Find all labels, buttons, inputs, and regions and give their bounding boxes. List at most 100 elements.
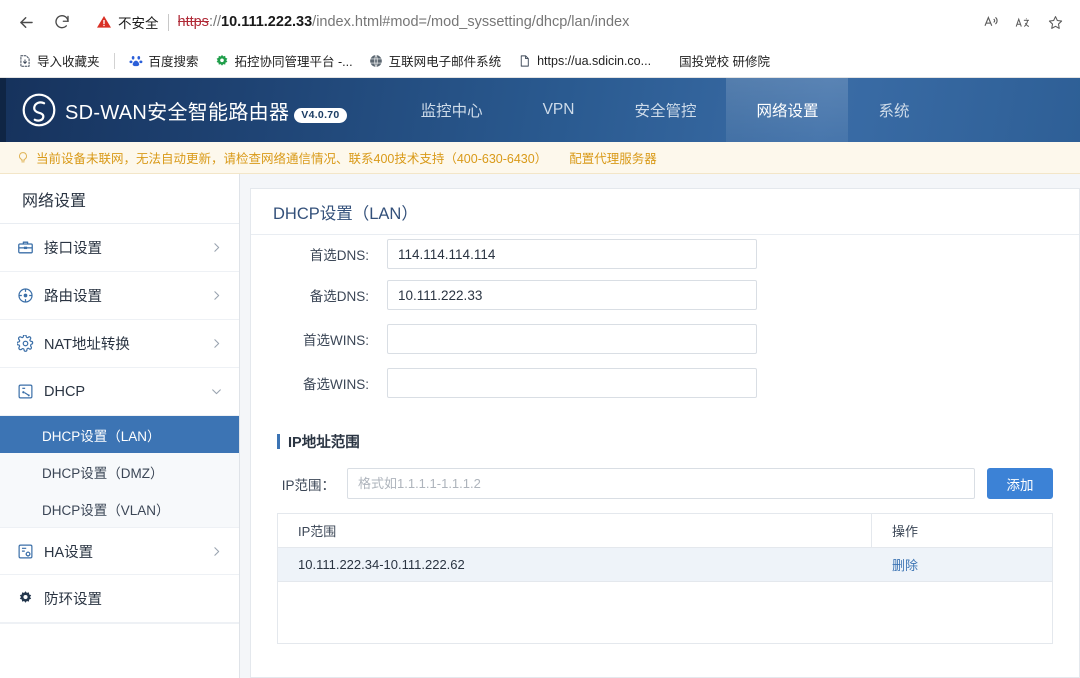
sidebar: 网络设置 接口设置 路由设置 NAT地址转换 DHCP DHCP设置（LAN） … (0, 174, 240, 678)
bookmark-baidu[interactable]: 百度搜索 (122, 48, 206, 73)
interface-icon (16, 238, 35, 257)
primary-wins-input[interactable] (387, 324, 757, 354)
brand-title: SD-WAN安全智能路由器 V4.0.70 (65, 96, 347, 125)
bookmark-guotou[interactable]: 国投党校 研修院 (672, 48, 777, 73)
security-status-label: 不安全 (118, 16, 159, 31)
url-separator: :// (208, 14, 222, 30)
ip-range-add-row: IP范围： 添加 (277, 468, 1053, 499)
browser-toolbar: 不安全 https://10.111.222.33/index.html#mod… (0, 0, 1080, 44)
form-row-secondary-dns: 备选DNS: (277, 273, 1053, 317)
url-text: https://10.111.222.33/index.html#mod=/mo… (178, 14, 630, 30)
bookmark-label: 拓控协同管理平台 -... (234, 55, 353, 69)
sidebar-subitem-dhcp-vlan[interactable]: DHCP设置（VLAN） (0, 490, 239, 527)
bookmark-label: https://ua.sdicin.co... (537, 53, 652, 68)
url-host: 10.111.222.33 (221, 14, 313, 30)
section-title-label: IP地址范围 (288, 435, 360, 451)
column-header-action: 操作 (892, 524, 919, 539)
dhcp-icon (16, 382, 35, 401)
bookmark-label: 互联网电子邮件系统 (388, 55, 502, 69)
route-icon (16, 286, 35, 305)
bookmarks-divider (113, 52, 115, 69)
table-row[interactable]: 10.111.222.34-10.111.222.62 删除 (278, 548, 1052, 582)
secondary-dns-input[interactable] (387, 280, 757, 310)
bookmark-label: 百度搜索 (148, 55, 199, 69)
sidebar-item-routing[interactable]: 路由设置 (0, 272, 239, 320)
toolbar-right-icons (976, 7, 1070, 37)
read-aloud-icon[interactable] (976, 7, 1006, 37)
chevron-right-icon (210, 241, 223, 254)
field-label: 首选DNS: (309, 248, 369, 263)
sdwan-logo-icon (22, 93, 56, 127)
table-empty-area (278, 582, 1052, 644)
sidebar-item-interface[interactable]: 接口设置 (0, 224, 239, 272)
main-content: DHCP设置（LAN） 首选DNS: 备选DNS: 首选WINS: (240, 174, 1080, 678)
section-accent-bar (277, 434, 280, 449)
chevron-right-icon (210, 545, 223, 558)
reload-icon[interactable] (46, 6, 78, 38)
sidebar-subitem-label: DHCP设置（VLAN） (42, 502, 170, 518)
nav-tab-security[interactable]: 安全管控 (604, 78, 726, 142)
nav-tab-vpn[interactable]: VPN (513, 78, 605, 142)
form-row-primary-dns: 首选DNS: (277, 235, 1053, 273)
nav-tab-monitoring[interactable]: 监控中心 (391, 78, 513, 142)
secondary-wins-input[interactable] (387, 368, 757, 398)
sidebar-item-dhcp[interactable]: DHCP (0, 368, 239, 416)
router-web-app: SD-WAN安全智能路由器 V4.0.70 监控中心 VPN 安全管控 网络设置 … (0, 78, 1080, 678)
sidebar-item-ha[interactable]: HA设置 (0, 527, 239, 575)
app-nav: 监控中心 VPN 安全管控 网络设置 系统 (391, 78, 940, 142)
bookmark-email-system[interactable]: 互联网电子邮件系统 (362, 48, 509, 73)
nav-tab-label: 网络设置 (756, 103, 819, 120)
ip-range-label: IP范围： (281, 477, 335, 493)
bulb-icon (19, 151, 27, 162)
bookmark-import[interactable]: 导入收藏夹 (10, 48, 107, 73)
omnibox-divider (167, 13, 169, 31)
sidebar-item-label: NAT地址转换 (44, 337, 130, 353)
primary-dns-input[interactable] (387, 239, 757, 269)
page-title: DHCP设置（LAN） (251, 189, 1079, 235)
sidebar-subitem-dhcp-dmz[interactable]: DHCP设置（DMZ） (0, 453, 239, 490)
import-bookmarks-icon (17, 53, 32, 68)
sidebar-subitem-label: DHCP设置（LAN） (42, 428, 161, 444)
globe-icon (369, 53, 384, 68)
sidebar-item-label: 路由设置 (44, 289, 102, 305)
add-button[interactable]: 添加 (987, 468, 1053, 499)
offline-notice-bar: 当前设备未联网，无法自动更新，请检查网络通信情况、联系400技术支持（400-6… (0, 142, 1080, 174)
ip-range-section-title: IP地址范围 (277, 431, 1053, 452)
brand-block: SD-WAN安全智能路由器 V4.0.70 (0, 78, 347, 142)
bookmark-label: 国投党校 研修院 (679, 55, 771, 69)
sidebar-item-nat[interactable]: NAT地址转换 (0, 320, 239, 368)
sidebar-filler (0, 623, 239, 678)
configure-proxy-link[interactable]: 配置代理服务器 (569, 148, 657, 167)
nav-tab-label: 监控中心 (420, 103, 483, 120)
cell-action: 删除 (872, 555, 1052, 574)
ip-range-table: IP范围 操作 10.111.222.34-10.111.222.62 删除 (277, 513, 1053, 644)
bookmark-tuokong[interactable]: 拓控协同管理平台 -... (208, 48, 360, 73)
sidebar-item-label: DHCP (44, 383, 86, 400)
bookmark-ua-sdicin[interactable]: https://ua.sdicin.co... (510, 50, 658, 71)
dhcp-submenu: DHCP设置（LAN） DHCP设置（DMZ） DHCP设置（VLAN） (0, 416, 239, 527)
notice-text: 当前设备未联网，无法自动更新，请检查网络通信情况、联系400技术支持（400-6… (36, 152, 548, 166)
form-row-secondary-wins: 备选WINS: (277, 361, 1053, 405)
page-icon (517, 53, 532, 68)
back-arrow-icon[interactable] (10, 6, 42, 38)
baidu-icon (129, 53, 144, 68)
app-body: 网络设置 接口设置 路由设置 NAT地址转换 DHCP DHCP设置（LAN） … (0, 174, 1080, 678)
chevron-down-icon (210, 385, 223, 398)
nav-tab-label: VPN (542, 101, 575, 118)
table-header-row: IP范围 操作 (278, 513, 1052, 548)
form-row-primary-wins: 首选WINS: (277, 317, 1053, 361)
browser-chrome: 不安全 https://10.111.222.33/index.html#mod… (0, 0, 1080, 78)
favorites-icon[interactable] (1040, 7, 1070, 37)
column-header-ip-range: IP范围 (298, 524, 337, 539)
address-bar[interactable]: 不安全 https://10.111.222.33/index.html#mod… (86, 7, 972, 37)
sidebar-item-loop-guard[interactable]: 防环设置 (0, 575, 239, 623)
nav-tab-network-settings[interactable]: 网络设置 (726, 78, 849, 142)
sidebar-item-label: HA设置 (44, 544, 94, 561)
nav-tab-system[interactable]: 系统 (848, 78, 939, 142)
sidebar-item-label: 接口设置 (44, 241, 102, 257)
delete-link[interactable]: 删除 (892, 558, 918, 573)
nav-tab-label: 系统 (878, 103, 910, 120)
sidebar-subitem-dhcp-lan[interactable]: DHCP设置（LAN） (0, 416, 239, 453)
ip-range-input[interactable] (347, 468, 975, 499)
translate-icon[interactable] (1008, 7, 1038, 37)
